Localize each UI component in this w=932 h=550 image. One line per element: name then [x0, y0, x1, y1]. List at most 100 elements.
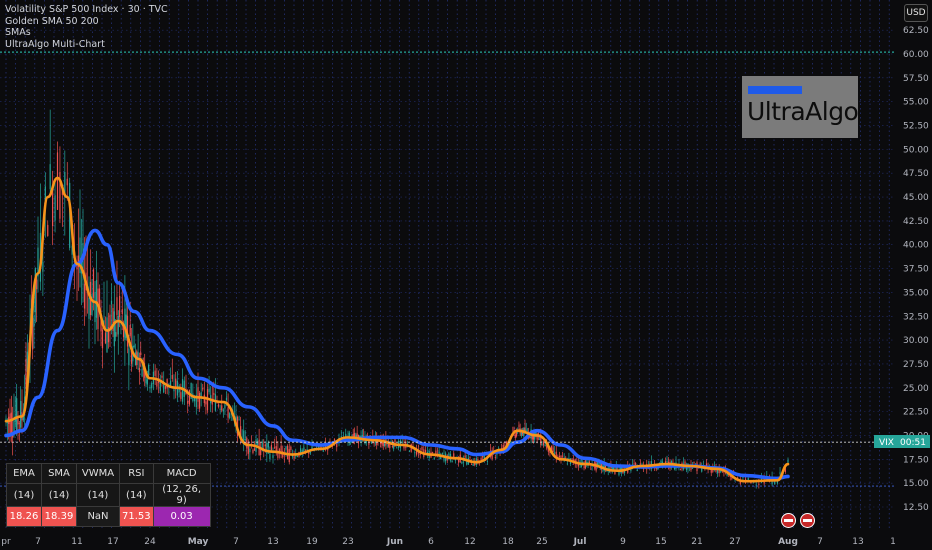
candle-body [66, 178, 68, 186]
candle-body [128, 348, 130, 366]
x-tick-label: 15 [655, 537, 666, 547]
candle-body [290, 446, 292, 450]
legend-symbol[interactable]: Volatility S&P 500 Index · 30 · TVC [5, 4, 168, 16]
candle-body [304, 449, 307, 451]
candle-body [164, 386, 167, 389]
candle-body [679, 469, 682, 471]
x-tick-label: 9 [620, 537, 626, 547]
price-tag-symbol: VIX [879, 438, 894, 448]
x-tick-label: 24 [144, 537, 156, 547]
candle-body [52, 188, 54, 227]
chart-legend: Volatility S&P 500 Index · 30 · TVC Gold… [5, 4, 168, 50]
header-rsi: RSI [119, 463, 154, 484]
candle-body [529, 437, 531, 439]
y-tick-label: 37.50 [903, 265, 929, 275]
candle-body [47, 224, 49, 236]
param-rsi: (14) [119, 483, 154, 507]
y-tick-label: 57.50 [903, 74, 929, 84]
us-event-flag-icon[interactable] [800, 513, 815, 528]
candle-body [198, 393, 201, 409]
param-vwma: (14) [76, 483, 120, 507]
candle-body [699, 463, 701, 465]
candle-body [614, 471, 616, 475]
x-tick-label: Jul [573, 537, 587, 547]
candle-body [113, 311, 115, 347]
candle-body [566, 463, 568, 465]
candle-body [296, 455, 298, 457]
candle-body [202, 387, 204, 390]
candle-body [217, 404, 220, 407]
candle-body [285, 446, 287, 450]
x-tick-label: 7 [233, 537, 239, 547]
candle-body [552, 447, 554, 453]
candle-body [116, 297, 118, 316]
price-tag-time: 00:51 [900, 438, 926, 448]
candle-body [106, 317, 108, 353]
candle-body [92, 269, 95, 298]
candle-body [54, 195, 56, 221]
candle-body [133, 345, 135, 348]
candle-body [421, 446, 423, 451]
candle-body [306, 449, 308, 450]
candle-body [197, 387, 199, 402]
y-tick-label: 35.00 [903, 288, 929, 298]
ultraalgo-logo: UltraAlgo [742, 76, 859, 138]
x-tick-label: May [188, 537, 209, 547]
value-macd: 0.03 [152, 506, 211, 527]
candle-body [173, 389, 175, 392]
candle-body [655, 468, 657, 470]
x-tick-label: Jun [386, 537, 403, 547]
param-ema: (14) [6, 483, 42, 507]
value-vwma: NaN [76, 506, 120, 527]
candle-body [618, 472, 620, 475]
candle-body [20, 401, 22, 428]
x-tick-label: 21 [691, 537, 702, 547]
candle-body [115, 332, 117, 337]
x-tick-label: 19 [306, 537, 318, 547]
y-tick-label: 17.50 [903, 455, 929, 465]
legend-indicator-ultraalgo[interactable]: UltraAlgo Multi-Chart [5, 39, 168, 51]
us-event-flag-icon[interactable] [781, 513, 796, 528]
y-tick-label: 27.50 [903, 360, 929, 370]
candle-body [205, 401, 207, 405]
value-ema: 18.26 [6, 506, 42, 527]
candle-body [269, 453, 271, 460]
candle-body [336, 443, 338, 448]
candle-body [249, 448, 251, 453]
candle-body [469, 456, 471, 458]
candle-body [571, 458, 573, 460]
x-tick-label: pr [1, 537, 11, 547]
sma-line [4, 228, 790, 481]
candle-body [691, 468, 694, 470]
y-tick-label: 55.00 [903, 98, 929, 108]
candle-body [244, 438, 246, 441]
candle-body [340, 436, 342, 437]
candle-body [441, 453, 443, 455]
candle-body [435, 450, 437, 454]
x-tick-label: 27 [729, 537, 740, 547]
x-tick-label: 1 [890, 537, 896, 547]
currency-badge[interactable]: USD [904, 4, 928, 22]
param-sma: (14) [41, 483, 77, 507]
candle-body [726, 474, 728, 476]
candle-body [322, 450, 324, 452]
legend-indicator-smas[interactable]: SMAs [5, 27, 168, 39]
candle-body [148, 364, 150, 376]
logo-text: UltraAlgo [747, 97, 859, 126]
indicator-table: EMA SMA VWMA RSI MACD (14) (14) (14) (14… [6, 463, 211, 527]
candle-body [213, 392, 215, 395]
legend-indicator-golden-sma[interactable]: Golden SMA 50 200 [5, 16, 168, 28]
candle-body [219, 408, 221, 410]
y-tick-label: 50.00 [903, 145, 929, 155]
candle-body [229, 413, 231, 419]
y-tick-label: 15.00 [903, 479, 929, 489]
y-tick-label: 52.50 [903, 122, 929, 132]
y-tick-label: 45.00 [903, 193, 929, 203]
candle-body [129, 325, 131, 337]
candle-body [33, 315, 35, 327]
y-tick-label: 25.00 [903, 384, 929, 394]
candle-body [227, 407, 229, 418]
candle-body [163, 384, 165, 393]
candle-body [396, 447, 398, 449]
y-tick-label: 30.00 [903, 336, 929, 346]
